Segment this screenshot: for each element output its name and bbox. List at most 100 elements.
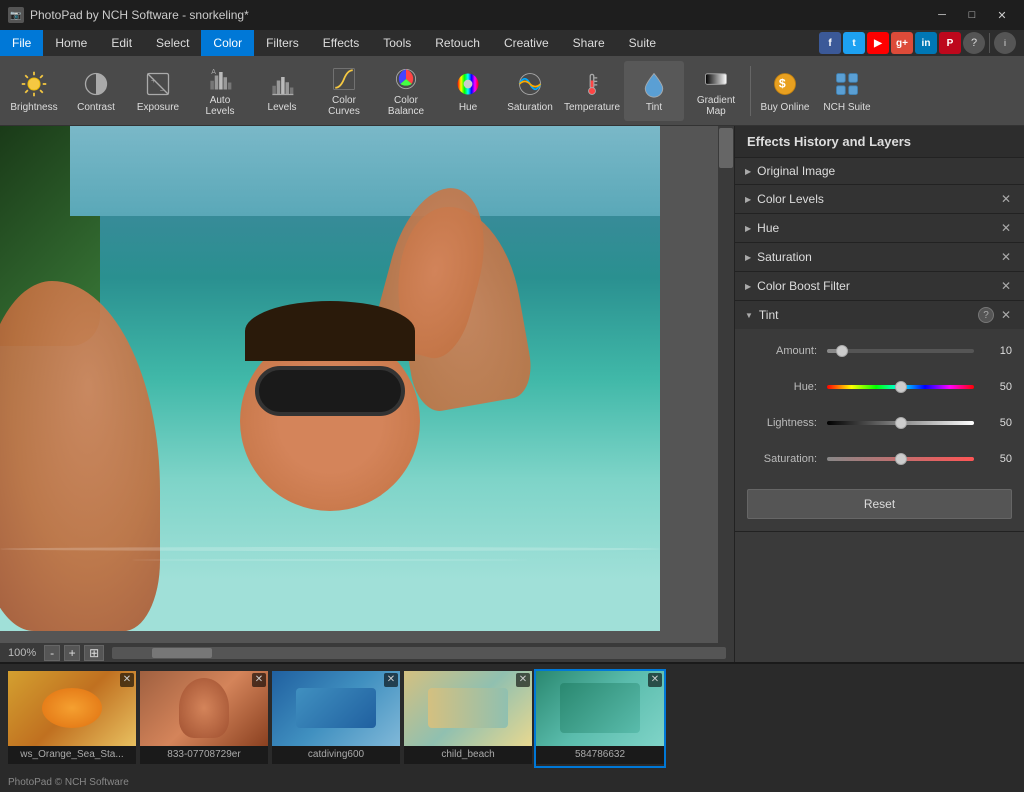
temperature-tool[interactable]: Temperature xyxy=(562,61,622,121)
zoom-out-button[interactable]: - xyxy=(44,645,60,661)
filmstrip-item-5[interactable]: 584786632 ✕ xyxy=(536,671,664,766)
saturation-tool[interactable]: Saturation xyxy=(500,61,560,121)
menu-select[interactable]: Select xyxy=(144,30,201,56)
amount-slider-thumb[interactable] xyxy=(836,345,848,357)
brightness-tool[interactable]: Brightness xyxy=(4,61,64,121)
info-icon[interactable]: i xyxy=(994,32,1016,54)
hue-tool[interactable]: Hue xyxy=(438,61,498,121)
section-saturation-title: Saturation xyxy=(757,250,998,264)
exposure-tool[interactable]: + − Exposure xyxy=(128,61,188,121)
nch-suite-icon xyxy=(831,68,863,100)
social-bar: f t ▶ g+ in P ? i xyxy=(819,30,1016,56)
zoom-fit-button[interactable]: ⊞ xyxy=(84,645,104,661)
filmstrip-item-2[interactable]: 833-07708729er ✕ xyxy=(140,671,268,766)
vertical-scrollbar[interactable] xyxy=(718,126,734,662)
section-tint-header[interactable]: ▼ Tint ? ✕ xyxy=(735,301,1024,329)
saturation-icon xyxy=(514,68,546,100)
levels-tool[interactable]: Levels xyxy=(252,61,312,121)
tint-tool[interactable]: Tint xyxy=(624,61,684,121)
menu-retouch[interactable]: Retouch xyxy=(423,30,492,56)
tint-help-icon[interactable]: ? xyxy=(978,307,994,323)
section-tint-close[interactable]: ✕ xyxy=(998,307,1014,323)
section-hue-header[interactable]: ▶ Hue ✕ xyxy=(735,214,1024,242)
menu-color[interactable]: Color xyxy=(201,30,254,56)
section-hue-close[interactable]: ✕ xyxy=(998,220,1014,236)
close-button[interactable]: ✕ xyxy=(988,5,1016,25)
contrast-tool[interactable]: Contrast xyxy=(66,61,126,121)
twitter-icon[interactable]: t xyxy=(843,32,865,54)
menu-home[interactable]: Home xyxy=(43,30,99,56)
section-color-levels-header[interactable]: ▶ Color Levels ✕ xyxy=(735,185,1024,213)
buy-online-label: Buy Online xyxy=(761,102,810,113)
help-icon[interactable]: ? xyxy=(963,32,985,54)
facebook-icon[interactable]: f xyxy=(819,32,841,54)
saturation-value: 50 xyxy=(982,453,1012,465)
status-bar: 100% - + ⊞ xyxy=(0,642,734,662)
section-original-arrow: ▶ xyxy=(745,167,751,176)
amount-row: Amount: 10 xyxy=(747,341,1012,361)
menu-tools[interactable]: Tools xyxy=(371,30,423,56)
filmstrip-close-5[interactable]: ✕ xyxy=(648,673,662,687)
color-curves-tool[interactable]: Color Curves xyxy=(314,61,374,121)
temperature-icon xyxy=(576,68,608,100)
hscroll-thumb[interactable] xyxy=(152,648,212,658)
filmstrip-label-1: ws_Orange_Sea_Sta... xyxy=(8,746,136,764)
vscroll-thumb[interactable] xyxy=(719,128,733,168)
section-saturation-header[interactable]: ▶ Saturation ✕ xyxy=(735,243,1024,271)
ripple-2 xyxy=(132,559,528,561)
section-original-header[interactable]: ▶ Original Image xyxy=(735,158,1024,184)
filmstrip-thumb-4 xyxy=(404,671,532,746)
googleplus-icon[interactable]: g+ xyxy=(891,32,913,54)
section-saturation-close[interactable]: ✕ xyxy=(998,249,1014,265)
nch-suite-tool[interactable]: NCH Suite xyxy=(817,61,877,121)
youtube-icon[interactable]: ▶ xyxy=(867,32,889,54)
filmstrip-item-1[interactable]: ws_Orange_Sea_Sta... ✕ xyxy=(8,671,136,766)
zoom-in-button[interactable]: + xyxy=(64,645,80,661)
color-balance-tool[interactable]: Color Balance xyxy=(376,61,436,121)
section-tint-title: Tint xyxy=(759,308,978,322)
minimize-button[interactable]: ─ xyxy=(928,5,956,25)
filmstrip-close-3[interactable]: ✕ xyxy=(384,673,398,687)
reset-button[interactable]: Reset xyxy=(747,489,1012,519)
section-hue-arrow: ▶ xyxy=(745,224,751,233)
menu-file[interactable]: File xyxy=(0,30,43,56)
color-balance-label: Color Balance xyxy=(380,95,432,117)
lightness-slider-thumb[interactable] xyxy=(895,417,907,429)
menu-suite[interactable]: Suite xyxy=(617,30,668,56)
gradient-map-tool[interactable]: Gradient Map xyxy=(686,61,746,121)
section-color-boost-close[interactable]: ✕ xyxy=(998,278,1014,294)
pinterest-icon[interactable]: P xyxy=(939,32,961,54)
buy-online-icon: $ xyxy=(769,68,801,100)
color-curves-label: Color Curves xyxy=(318,95,370,117)
hue-slider-thumb[interactable] xyxy=(895,381,907,393)
menu-effects[interactable]: Effects xyxy=(311,30,371,56)
linkedin-icon[interactable]: in xyxy=(915,32,937,54)
amount-slider-track xyxy=(827,349,974,353)
filmstrip-close-4[interactable]: ✕ xyxy=(516,673,530,687)
buy-online-tool[interactable]: $ Buy Online xyxy=(755,61,815,121)
filmstrip: ws_Orange_Sea_Sta... ✕ 833-07708729er ✕ … xyxy=(0,662,1024,772)
menu-filters[interactable]: Filters xyxy=(254,30,311,56)
lightness-value: 50 xyxy=(982,417,1012,429)
app-title: PhotoPad by NCH Software - snorkeling* xyxy=(30,8,249,22)
section-hue-title: Hue xyxy=(757,221,998,235)
section-color-boost-header[interactable]: ▶ Color Boost Filter ✕ xyxy=(735,272,1024,300)
filmstrip-close-1[interactable]: ✕ xyxy=(120,673,134,687)
lightness-label: Lightness: xyxy=(747,417,817,429)
maximize-button[interactable]: □ xyxy=(958,5,986,25)
horizontal-scrollbar[interactable] xyxy=(112,647,726,659)
menu-share[interactable]: Share xyxy=(561,30,617,56)
menu-creative[interactable]: Creative xyxy=(492,30,561,56)
hue-row-label: Hue: xyxy=(747,381,817,393)
filmstrip-close-2[interactable]: ✕ xyxy=(252,673,266,687)
menu-edit[interactable]: Edit xyxy=(99,30,144,56)
auto-levels-tool[interactable]: A Auto Levels xyxy=(190,61,250,121)
section-color-levels-close[interactable]: ✕ xyxy=(998,191,1014,207)
saturation-slider-thumb[interactable] xyxy=(895,453,907,465)
filmstrip-item-3[interactable]: catdiving600 ✕ xyxy=(272,671,400,766)
auto-levels-icon: A xyxy=(204,65,236,93)
sky xyxy=(70,126,660,216)
levels-label: Levels xyxy=(268,102,297,113)
svg-text:A: A xyxy=(211,68,216,75)
filmstrip-item-4[interactable]: child_beach ✕ xyxy=(404,671,532,766)
